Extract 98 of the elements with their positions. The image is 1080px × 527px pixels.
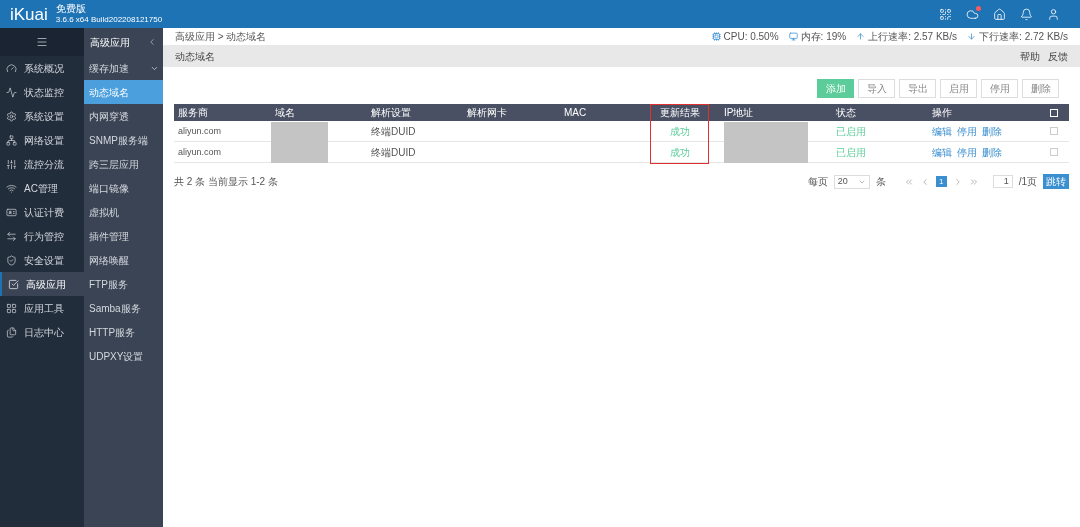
bell-icon[interactable] bbox=[1020, 7, 1033, 21]
column-header: 状态 bbox=[836, 107, 856, 118]
unit-label: 条 bbox=[875, 175, 886, 189]
action-link[interactable]: 停用 bbox=[957, 123, 977, 139]
column-header: 服务商 bbox=[178, 107, 208, 118]
sidebar-item[interactable]: 高级应用 bbox=[0, 272, 84, 296]
cloud-icon[interactable] bbox=[966, 7, 979, 21]
table-cell: aliyun.com bbox=[178, 126, 222, 137]
menu-icon[interactable] bbox=[36, 36, 48, 48]
sub-sidebar-title: 高级应用 bbox=[90, 35, 130, 50]
action-link[interactable]: 停用 bbox=[957, 144, 977, 160]
help-link[interactable]: 反馈 bbox=[1048, 48, 1068, 64]
table-cell: aliyun.com bbox=[178, 147, 222, 158]
help-link[interactable]: 帮助 bbox=[1020, 48, 1040, 64]
toolbar-button[interactable]: 导出 bbox=[899, 79, 936, 98]
action-link[interactable]: 删除 bbox=[982, 123, 1002, 139]
column-header: 操作 bbox=[932, 107, 952, 118]
sidebar-item[interactable]: 应用工具 bbox=[0, 296, 84, 320]
column-header: 解析设置 bbox=[371, 107, 411, 118]
sub-sidebar-item[interactable]: FTP服务 bbox=[84, 272, 163, 296]
sub-sidebar-item[interactable]: 插件管理 bbox=[84, 224, 163, 248]
stat-label: 下行速率: 2.72 KB/s bbox=[979, 30, 1068, 44]
stat-label: CPU: 0.50% bbox=[723, 30, 779, 44]
action-link[interactable]: 编辑 bbox=[932, 144, 952, 160]
sub-sidebar-item[interactable]: 网络唤醒 bbox=[84, 248, 163, 272]
qr-code-icon[interactable] bbox=[939, 7, 952, 21]
arrows-icon bbox=[6, 230, 17, 242]
sidebar-item[interactable]: 行为管控 bbox=[0, 224, 84, 248]
arrow-down-icon bbox=[967, 32, 977, 41]
column-header: MAC bbox=[564, 107, 587, 118]
chip-icon bbox=[711, 32, 721, 41]
sliders-icon bbox=[6, 158, 17, 170]
result-cell: 成功 bbox=[670, 146, 690, 158]
result-cell: 成功 bbox=[670, 125, 690, 137]
sidebar-item[interactable]: 安全设置 bbox=[0, 248, 84, 272]
sub-sidebar-item[interactable]: 跨三层应用 bbox=[84, 152, 163, 176]
sidebar-item[interactable]: 状态监控 bbox=[0, 80, 84, 104]
sub-sidebar-item[interactable]: SNMP服务端 bbox=[84, 128, 163, 152]
sub-sidebar-item[interactable]: 端口镜像 bbox=[84, 176, 163, 200]
sub-sidebar-item[interactable]: 虚拟机 bbox=[84, 200, 163, 224]
shield-icon bbox=[6, 254, 17, 266]
gauge-icon bbox=[6, 62, 17, 74]
grid-icon bbox=[6, 302, 17, 314]
settings-icon bbox=[6, 110, 17, 122]
row-checkbox[interactable] bbox=[1050, 127, 1058, 135]
user-icon[interactable] bbox=[1047, 7, 1060, 21]
sub-sidebar-item[interactable]: Samba服务 bbox=[84, 296, 163, 320]
column-header: 解析网卡 bbox=[467, 107, 507, 118]
arrow-up-icon bbox=[856, 32, 866, 41]
breadcrumb: 高级应用 > 动态域名 bbox=[175, 30, 267, 44]
wifi-icon bbox=[6, 182, 17, 194]
action-link[interactable]: 编辑 bbox=[932, 123, 952, 139]
table-cell: 终端DUID bbox=[371, 146, 416, 158]
sidebar-item[interactable]: AC管理 bbox=[0, 176, 84, 200]
toolbar-button[interactable]: 导入 bbox=[858, 79, 895, 98]
per-page-label: 每页 bbox=[807, 175, 828, 189]
sidebar-item[interactable]: 系统概况 bbox=[0, 56, 84, 80]
page-input[interactable]: 1 bbox=[992, 175, 1013, 188]
monitor-icon bbox=[788, 32, 798, 41]
sub-sidebar-item[interactable]: 内网穿透 bbox=[84, 104, 163, 128]
pulse-icon bbox=[6, 86, 17, 98]
status-cell: 已启用 bbox=[836, 125, 866, 137]
network-icon bbox=[6, 134, 17, 146]
collapse-icon[interactable] bbox=[147, 37, 157, 47]
column-header: 更新结果 bbox=[660, 107, 700, 118]
column-header: IP地址 bbox=[724, 107, 754, 118]
per-page-select[interactable]: 20 bbox=[833, 174, 870, 189]
toolbar-button[interactable]: 删除 bbox=[1022, 79, 1059, 98]
logo: iKuai bbox=[10, 5, 48, 23]
redacted-block bbox=[271, 141, 328, 163]
id-card-icon bbox=[6, 206, 17, 218]
total-pages-label: /1页 bbox=[1018, 175, 1037, 189]
sub-sidebar-item[interactable]: HTTP服务 bbox=[84, 320, 163, 344]
sidebar-item[interactable]: 系统设置 bbox=[0, 104, 84, 128]
stat-label: 上行速率: 2.57 KB/s bbox=[868, 30, 958, 44]
sub-sidebar-item[interactable]: 缓存加速 bbox=[84, 56, 163, 80]
version-label: 3.6.6 x64 Build202208121750 bbox=[55, 14, 163, 25]
select-all-checkbox[interactable] bbox=[1050, 108, 1058, 117]
redacted-block bbox=[271, 121, 328, 142]
sidebar-item[interactable]: 流控分流 bbox=[0, 152, 84, 176]
row-checkbox[interactable] bbox=[1050, 148, 1058, 156]
column-header: 域名 bbox=[275, 107, 295, 118]
sub-sidebar-item[interactable]: UDPXY设置 bbox=[84, 344, 163, 368]
table-cell: 终端DUID bbox=[371, 125, 416, 137]
status-cell: 已启用 bbox=[836, 146, 866, 158]
sidebar-item[interactable]: 认证计费 bbox=[0, 200, 84, 224]
toolbar-button[interactable]: 启用 bbox=[940, 79, 977, 98]
home-icon[interactable] bbox=[993, 7, 1006, 21]
checked-window-icon bbox=[8, 278, 19, 290]
sidebar-item[interactable]: 网络设置 bbox=[0, 128, 84, 152]
files-icon bbox=[6, 326, 17, 338]
sidebar-item[interactable]: 日志中心 bbox=[0, 320, 84, 344]
edition-label: 免费版 bbox=[55, 3, 87, 14]
stat-label: 内存: 19% bbox=[800, 30, 847, 44]
action-link[interactable]: 删除 bbox=[982, 144, 1002, 160]
page-title: 动态域名 bbox=[175, 49, 215, 64]
toolbar-button[interactable]: 停用 bbox=[981, 79, 1018, 98]
summary-text: 共 2 条 当前显示 1-2 条 bbox=[174, 175, 278, 189]
